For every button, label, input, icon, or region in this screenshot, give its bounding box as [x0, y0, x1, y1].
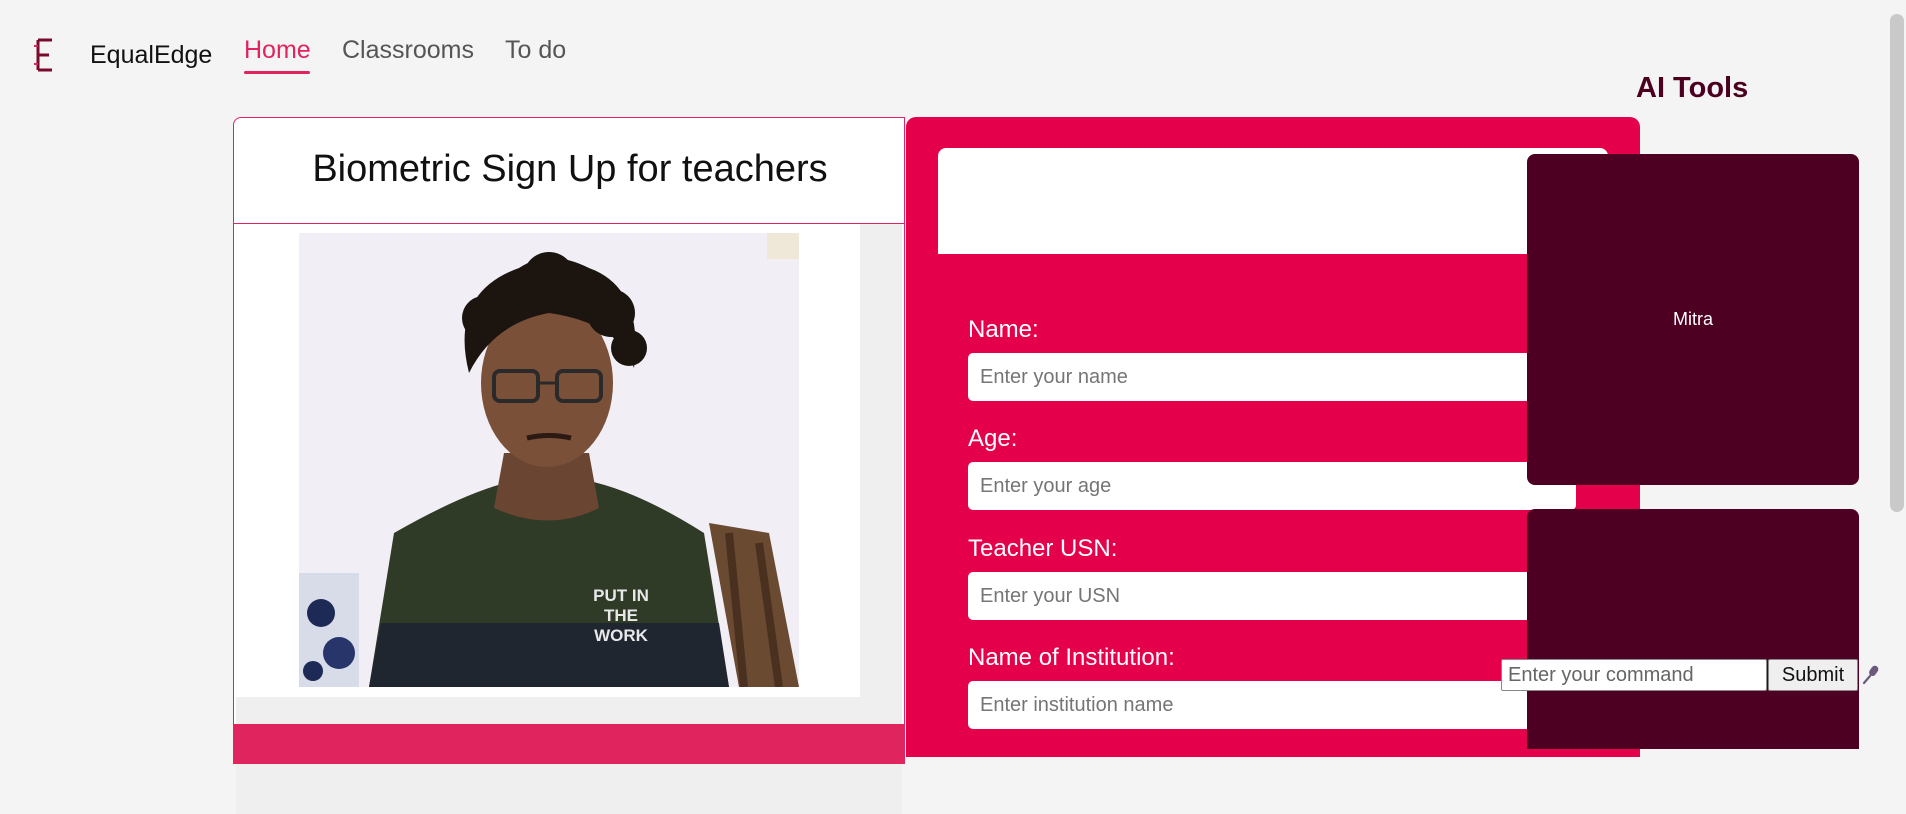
tool-card-mitra[interactable]: Mitra [1527, 154, 1859, 485]
biometric-signup-card: Biometric Sign Up for teachers PUT IN TH… [233, 117, 905, 814]
microphone-icon[interactable] [1861, 664, 1881, 686]
usn-input[interactable] [968, 572, 1576, 620]
institution-input[interactable] [968, 681, 1576, 729]
name-input[interactable] [968, 353, 1576, 401]
webcam-feed: PUT IN THE WORK [299, 233, 799, 687]
camera-frame: PUT IN THE WORK [236, 224, 860, 697]
nav-classrooms[interactable]: Classrooms [342, 36, 474, 65]
signup-title: Biometric Sign Up for teachers [312, 148, 828, 190]
name-label: Name: [968, 316, 1039, 343]
ai-tools-title: AI Tools [1636, 72, 1749, 104]
nav-active-underline [244, 71, 310, 74]
equaledge-logo-icon[interactable] [32, 38, 54, 72]
tool-card-2[interactable] [1527, 509, 1859, 749]
age-label: Age: [968, 425, 1018, 452]
brand-name[interactable]: EqualEdge [90, 41, 212, 70]
usn-label: Teacher USN: [968, 535, 1118, 562]
scrollbar-thumb[interactable] [1890, 14, 1904, 512]
form-header-box [938, 148, 1608, 254]
svg-text:WORK: WORK [594, 626, 649, 645]
tool-label-mitra: Mitra [1673, 309, 1713, 329]
institution-label: Name of Institution: [968, 644, 1175, 671]
command-input[interactable] [1501, 659, 1767, 691]
card-bottom-bar [233, 724, 905, 764]
nav-home[interactable]: Home [244, 36, 311, 65]
nav-todo[interactable]: To do [505, 36, 566, 65]
submit-button[interactable]: Submit [1768, 659, 1858, 691]
svg-text:PUT IN: PUT IN [593, 586, 649, 605]
svg-text:THE: THE [604, 606, 638, 625]
age-input[interactable] [968, 462, 1576, 510]
